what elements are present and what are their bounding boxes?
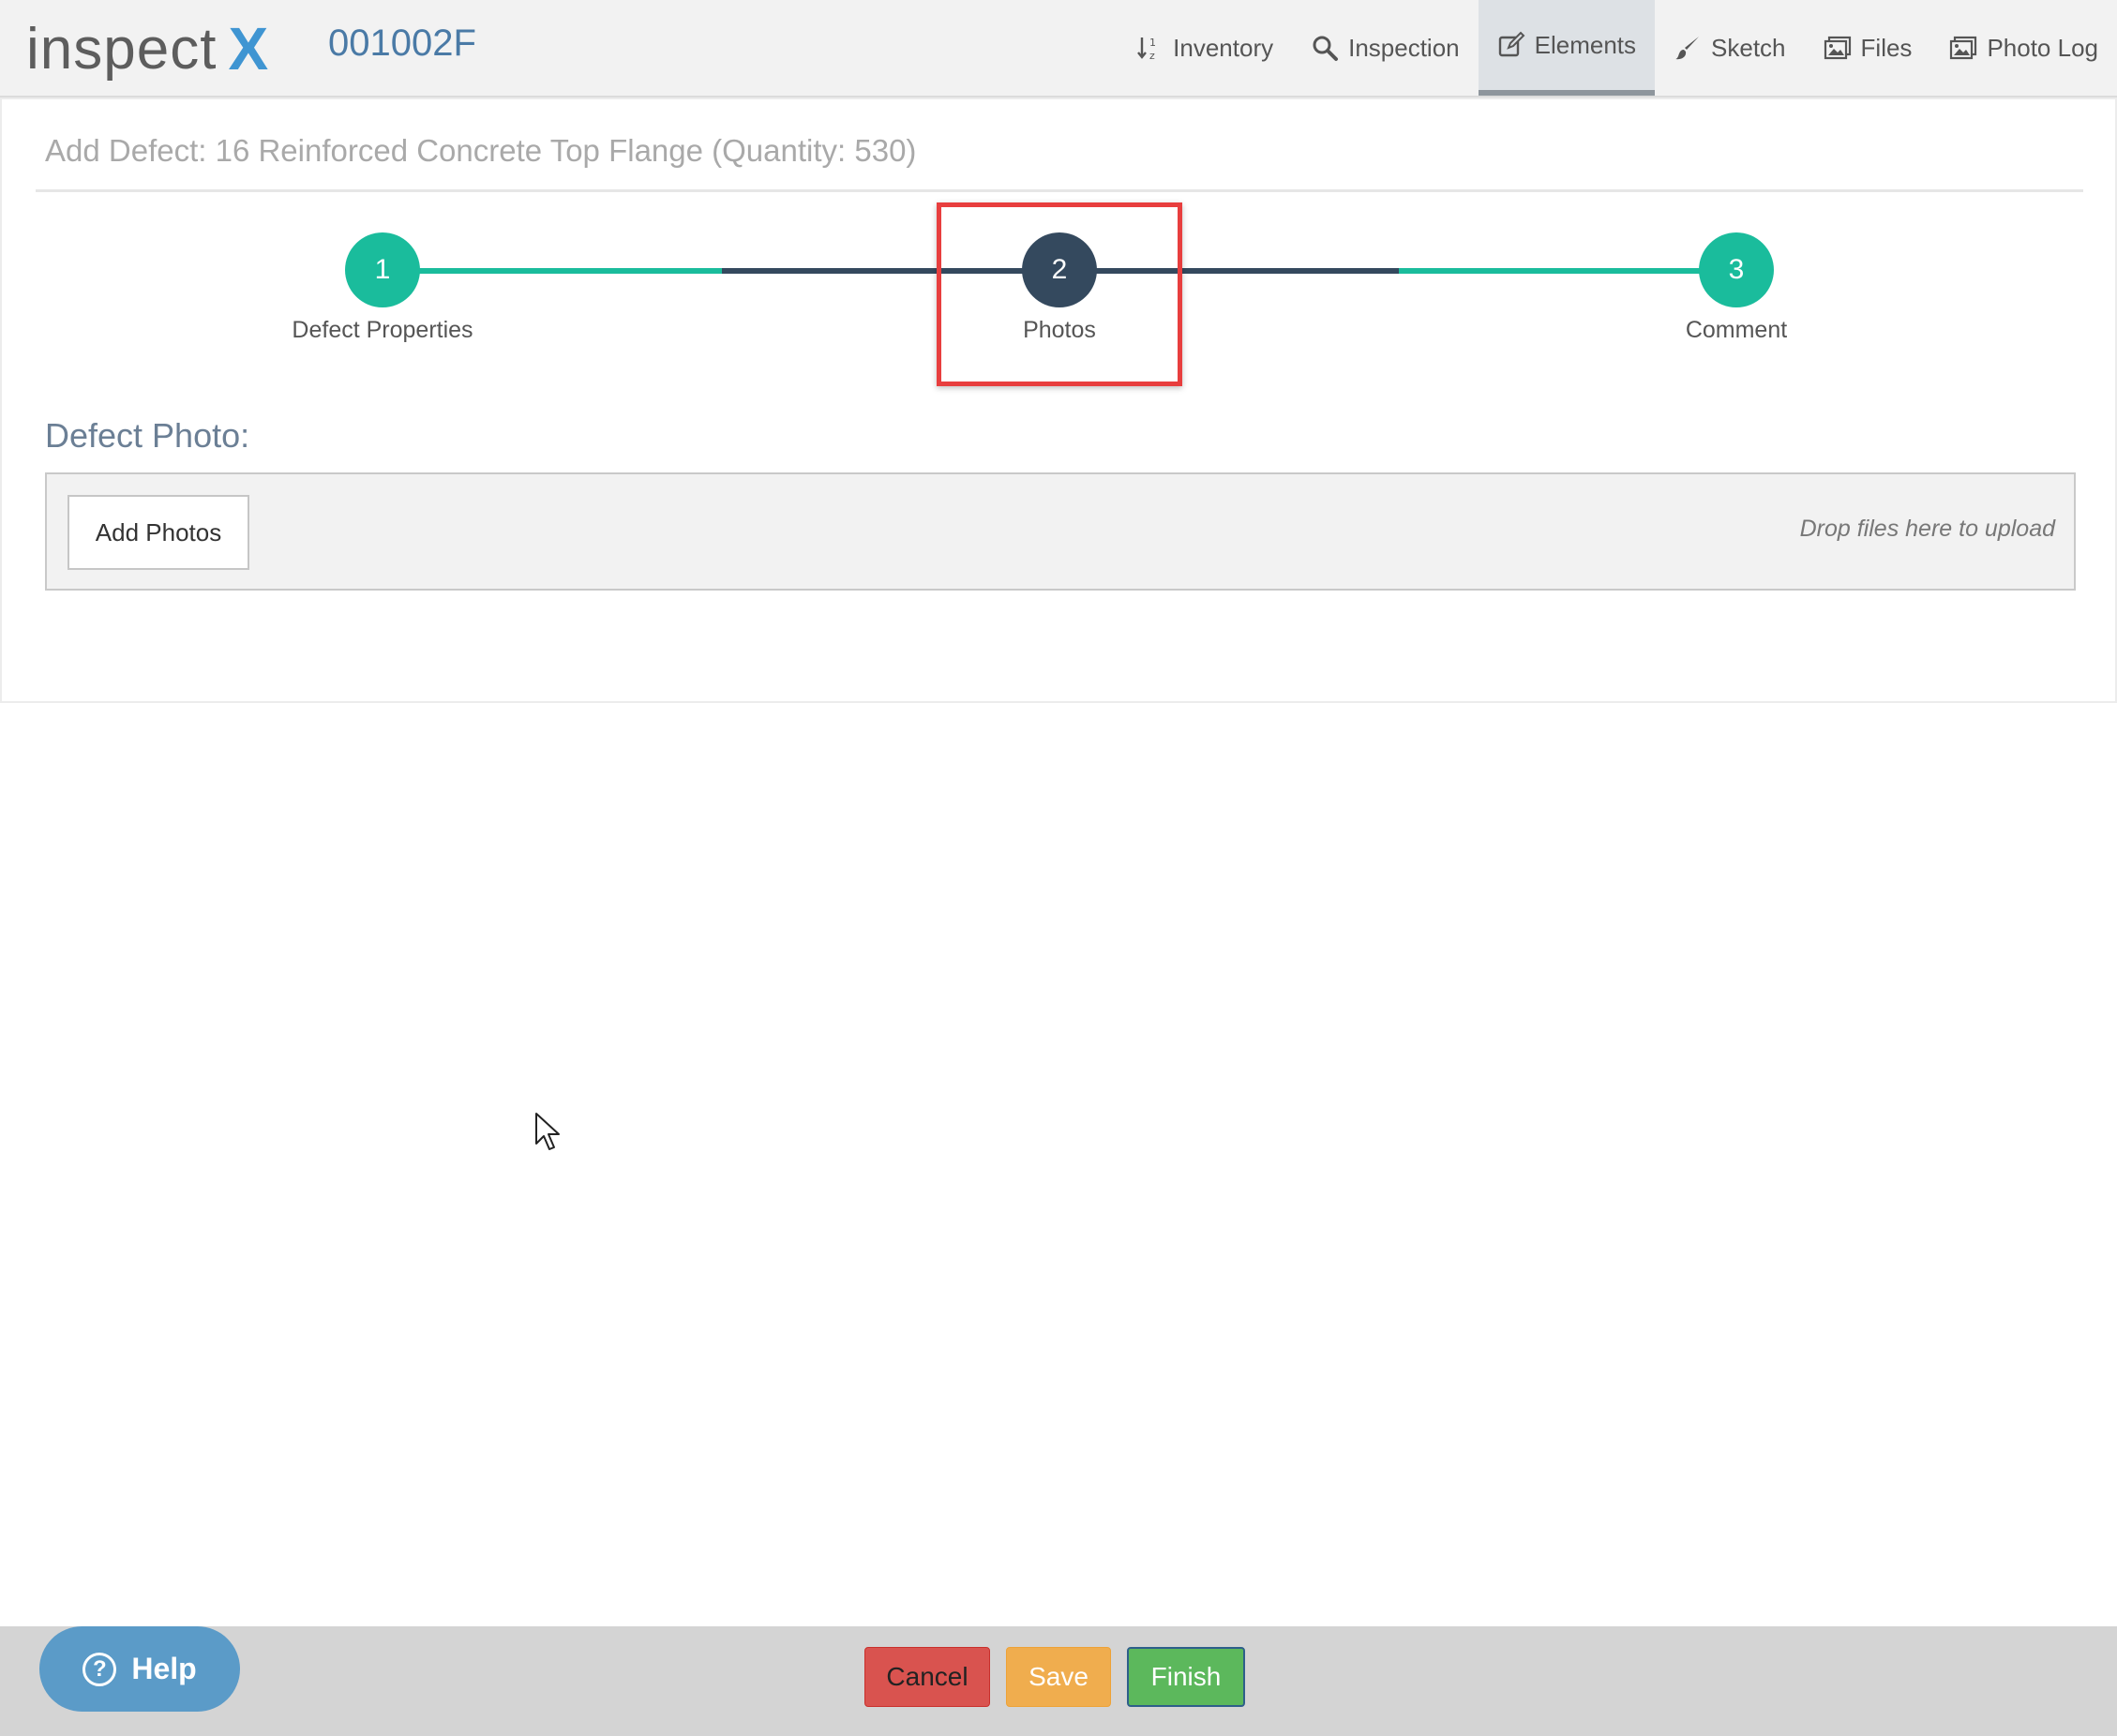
main-nav: 1 z Inventory Inspection Elements Sketch…: [1117, 0, 2117, 97]
sort-icon: 1 z: [1137, 37, 1156, 62]
step-1-label[interactable]: Defect Properties: [233, 317, 533, 344]
nav-item-files[interactable]: Files: [1805, 0, 1931, 96]
wizard-line-complete: [383, 268, 722, 274]
save-button[interactable]: Save: [1006, 1647, 1111, 1707]
current-step-highlight: [937, 202, 1182, 386]
drop-hint: Drop files here to upload: [1799, 516, 2055, 542]
help-button[interactable]: ? Help: [39, 1626, 240, 1712]
step-3-label[interactable]: Comment: [1586, 317, 1886, 344]
nav-label: Sketch: [1711, 33, 1786, 62]
add-defect-panel: Add Defect: 16 Reinforced Concrete Top F…: [0, 97, 2117, 703]
nav-item-inventory[interactable]: 1 z Inventory: [1117, 0, 1292, 96]
question-icon: ?: [83, 1652, 117, 1686]
photo-dropzone[interactable]: Add Photos Drop files here to upload: [45, 472, 2076, 591]
help-label: Help: [131, 1652, 197, 1685]
edit-icon: [1498, 31, 1525, 57]
brush-icon: [1675, 37, 1700, 60]
step-1-circle[interactable]: 1: [345, 232, 420, 307]
defect-photo-label: Defect Photo:: [45, 416, 250, 455]
wizard-line-complete: [1399, 268, 1738, 274]
app-logo[interactable]: inspect X: [26, 13, 269, 84]
add-photos-button[interactable]: Add Photos: [68, 495, 249, 570]
cancel-button[interactable]: Cancel: [864, 1647, 990, 1707]
image-icon: [1950, 36, 1977, 60]
logo-accent: X: [228, 15, 270, 82]
structure-id: 001002F: [328, 22, 476, 64]
search-icon: [1313, 36, 1339, 61]
nav-item-photo-log[interactable]: Photo Log: [1930, 0, 2117, 96]
nav-label: Files: [1860, 33, 1913, 62]
nav-label: Inventory: [1173, 33, 1274, 62]
nav-label: Inspection: [1348, 33, 1460, 62]
top-navbar: inspect X 001002F 1 z Inventory Inspectio…: [0, 0, 2117, 97]
wizard-steps: 1 Defect Properties 2 Photos 3 Comment: [2, 99, 2117, 386]
step-3-circle[interactable]: 3: [1699, 232, 1774, 307]
nav-label: Photo Log: [1987, 33, 2098, 62]
nav-label: Elements: [1534, 30, 1637, 59]
svg-text:z: z: [1149, 50, 1155, 62]
nav-item-sketch[interactable]: Sketch: [1655, 0, 1805, 96]
mouse-cursor-icon: [535, 1113, 560, 1150]
nav-item-inspection[interactable]: Inspection: [1292, 0, 1479, 96]
image-icon: [1824, 36, 1851, 60]
nav-item-elements[interactable]: Elements: [1478, 0, 1656, 96]
logo-text: inspect: [26, 16, 218, 82]
finish-button[interactable]: Finish: [1127, 1647, 1245, 1707]
svg-text:1: 1: [1149, 37, 1156, 49]
